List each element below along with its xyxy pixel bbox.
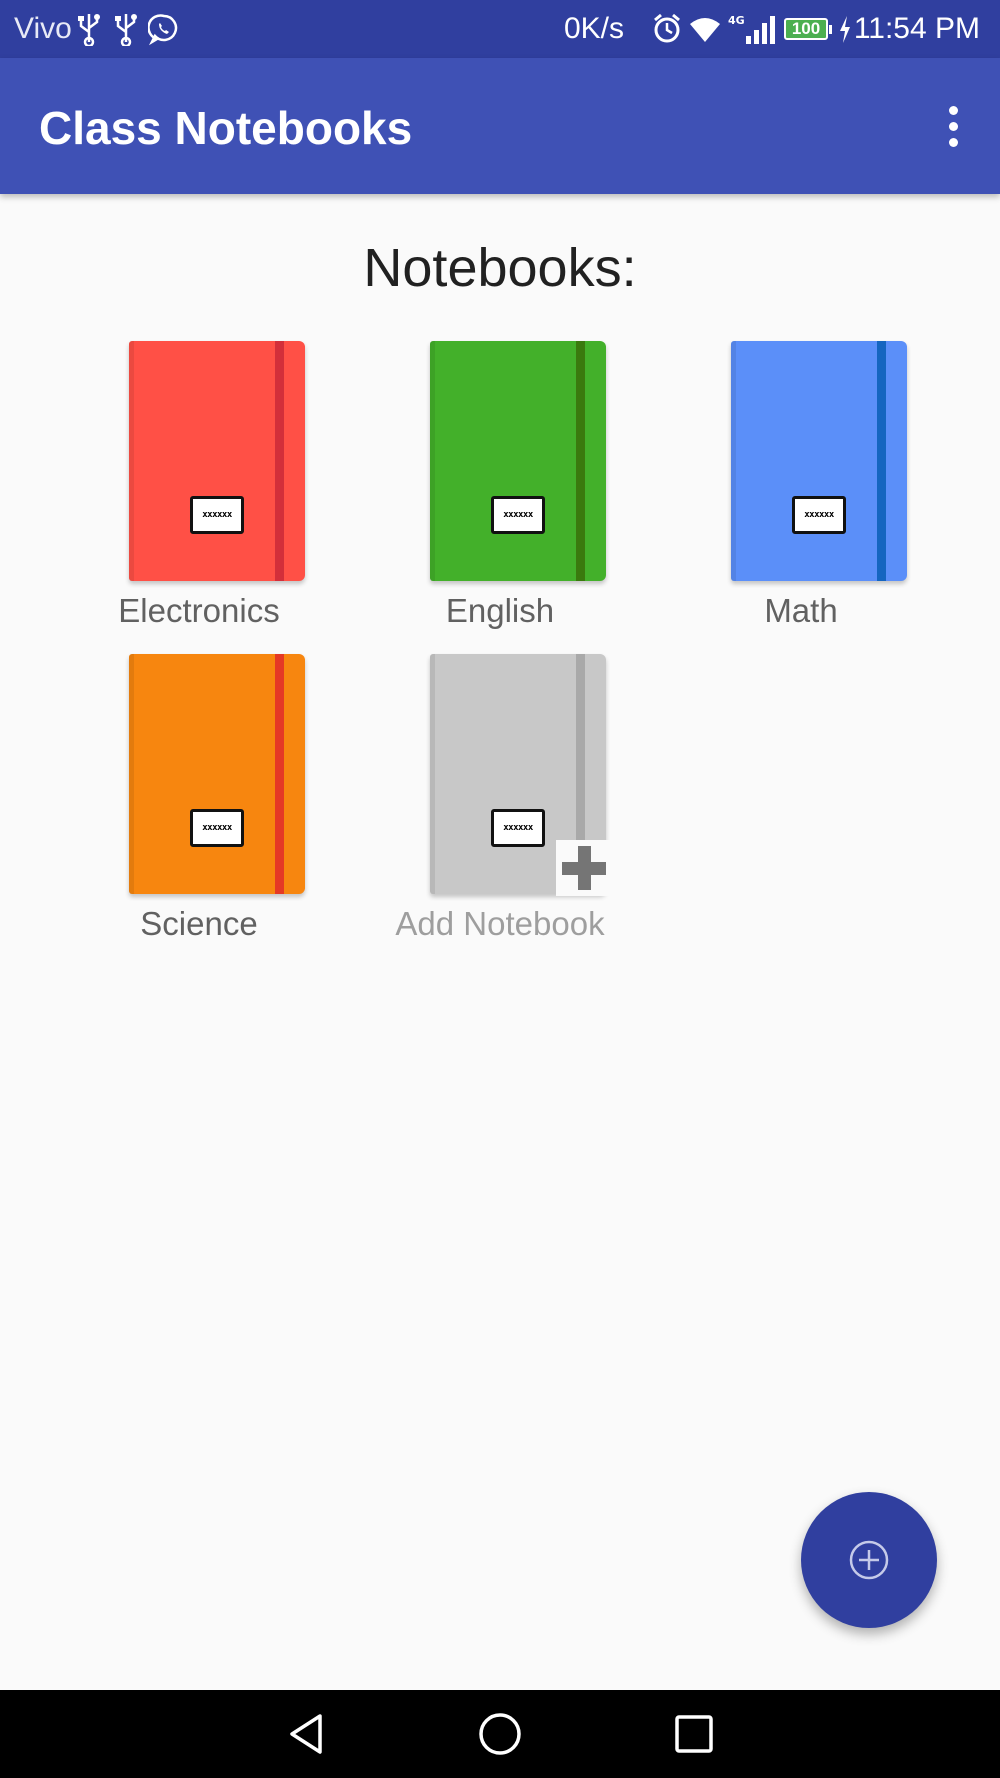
wifi-icon bbox=[690, 18, 720, 42]
notebook-name: Electronics bbox=[118, 592, 280, 629]
navigation-bar bbox=[0, 1690, 1000, 1778]
notebook-name: English bbox=[445, 592, 555, 629]
notebook-cover: xxxxxx bbox=[129, 654, 305, 894]
notebook-band bbox=[275, 341, 284, 581]
battery-indicator: 100 bbox=[784, 18, 832, 40]
add-circle-icon bbox=[849, 1540, 889, 1580]
section-title: Notebooks: bbox=[363, 238, 637, 298]
home-icon[interactable] bbox=[468, 1702, 532, 1766]
add-notebook-label: Add Notebook bbox=[395, 905, 605, 942]
notebook-name: Science bbox=[140, 905, 258, 942]
notebook-band bbox=[877, 341, 886, 581]
network-speed: 0K/s bbox=[563, 12, 624, 45]
notebook-label: xxxxxx bbox=[491, 496, 545, 534]
notebook-cover: xxxxxx bbox=[430, 341, 606, 581]
notebook-name: Math bbox=[764, 592, 838, 629]
plus-icon bbox=[556, 840, 612, 896]
notebook-cover: xxxxxx bbox=[731, 341, 907, 581]
svg-text:4G: 4G bbox=[728, 14, 745, 27]
notebook-english[interactable]: xxxxxx English bbox=[380, 341, 620, 631]
notebook-label: xxxxxx bbox=[190, 809, 244, 847]
app-title: Class Notebooks bbox=[39, 102, 413, 154]
notebook-label: xxxxxx bbox=[190, 496, 244, 534]
recents-icon[interactable] bbox=[662, 1702, 726, 1766]
add-notebook-button[interactable]: xxxxxx Add Notebook bbox=[380, 654, 620, 944]
notebook-label: xxxxxx bbox=[792, 496, 846, 534]
notebook-band bbox=[275, 654, 284, 894]
notebook-band bbox=[576, 341, 585, 581]
back-icon[interactable] bbox=[274, 1702, 338, 1766]
carrier-name: Vivo bbox=[14, 12, 72, 45]
app-bar: Class Notebooks bbox=[0, 58, 1000, 194]
whatsapp-icon bbox=[148, 14, 178, 46]
status-bar: Vivo 0K/s 4G 100 11:54 PM bbox=[0, 0, 1000, 58]
notebook-science[interactable]: xxxxxx Science bbox=[79, 654, 319, 944]
notebook-label: xxxxxx bbox=[491, 809, 545, 847]
add-fab-button[interactable] bbox=[801, 1492, 937, 1628]
notebook-math[interactable]: xxxxxx Math bbox=[681, 341, 921, 631]
clock: 11:54 PM bbox=[853, 12, 980, 45]
alarm-icon bbox=[654, 13, 680, 43]
usb-icon bbox=[115, 14, 137, 46]
signal-4g-icon: 4G bbox=[728, 14, 775, 44]
notebook-cover: xxxxxx bbox=[129, 341, 305, 581]
notebook-electronics[interactable]: xxxxxx Electronics bbox=[79, 341, 319, 631]
more-vert-icon[interactable] bbox=[928, 96, 978, 156]
usb-icon bbox=[78, 14, 100, 46]
charging-icon bbox=[840, 16, 850, 43]
